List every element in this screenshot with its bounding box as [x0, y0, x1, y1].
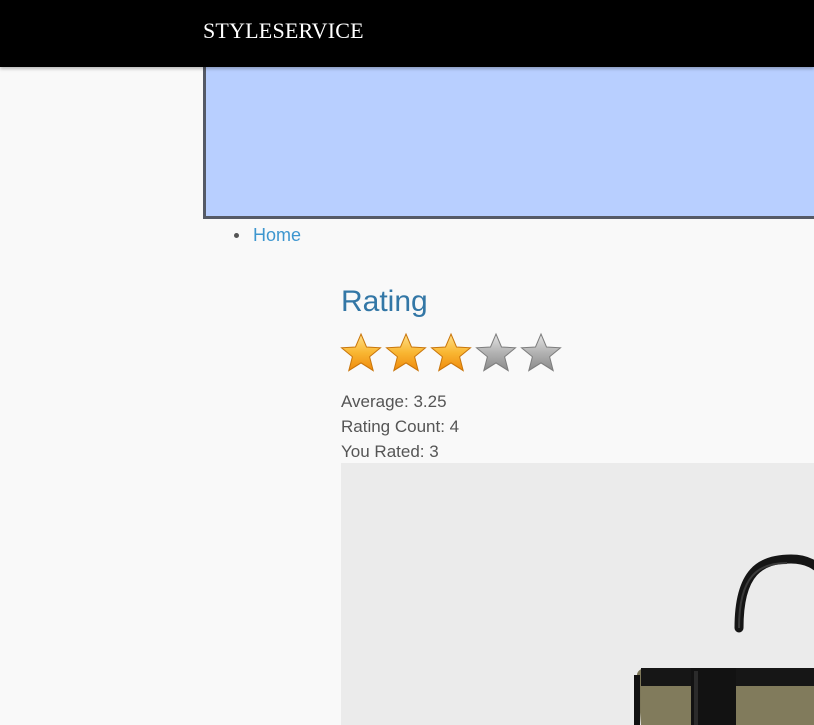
- home-link[interactable]: Home: [253, 225, 301, 245]
- star-4-icon[interactable]: [475, 332, 517, 374]
- star-rating-widget[interactable]: [340, 332, 562, 376]
- user-rating: You Rated: 3: [341, 442, 439, 461]
- nav-item-home: Home: [231, 224, 301, 246]
- average-rating: Average: 3.25: [341, 392, 447, 411]
- star-5-icon[interactable]: [520, 332, 562, 374]
- hero-banner: [203, 67, 814, 219]
- rating-count: Rating Count: 4: [341, 417, 460, 436]
- rating-heading: Rating: [341, 285, 428, 318]
- bullet-icon: [234, 233, 239, 238]
- star-3-icon[interactable]: [430, 332, 472, 374]
- handbag-image: [341, 463, 814, 725]
- breadcrumb-nav: Home: [231, 224, 301, 246]
- star-2-icon[interactable]: [385, 332, 427, 374]
- top-navbar: STYLESERVICE: [0, 0, 814, 67]
- brand-logo[interactable]: STYLESERVICE: [203, 18, 364, 44]
- product-image: [341, 463, 814, 725]
- star-1-icon[interactable]: [340, 332, 382, 374]
- rating-stats: Average: 3.25 Rating Count: 4 You Rated:…: [341, 389, 459, 464]
